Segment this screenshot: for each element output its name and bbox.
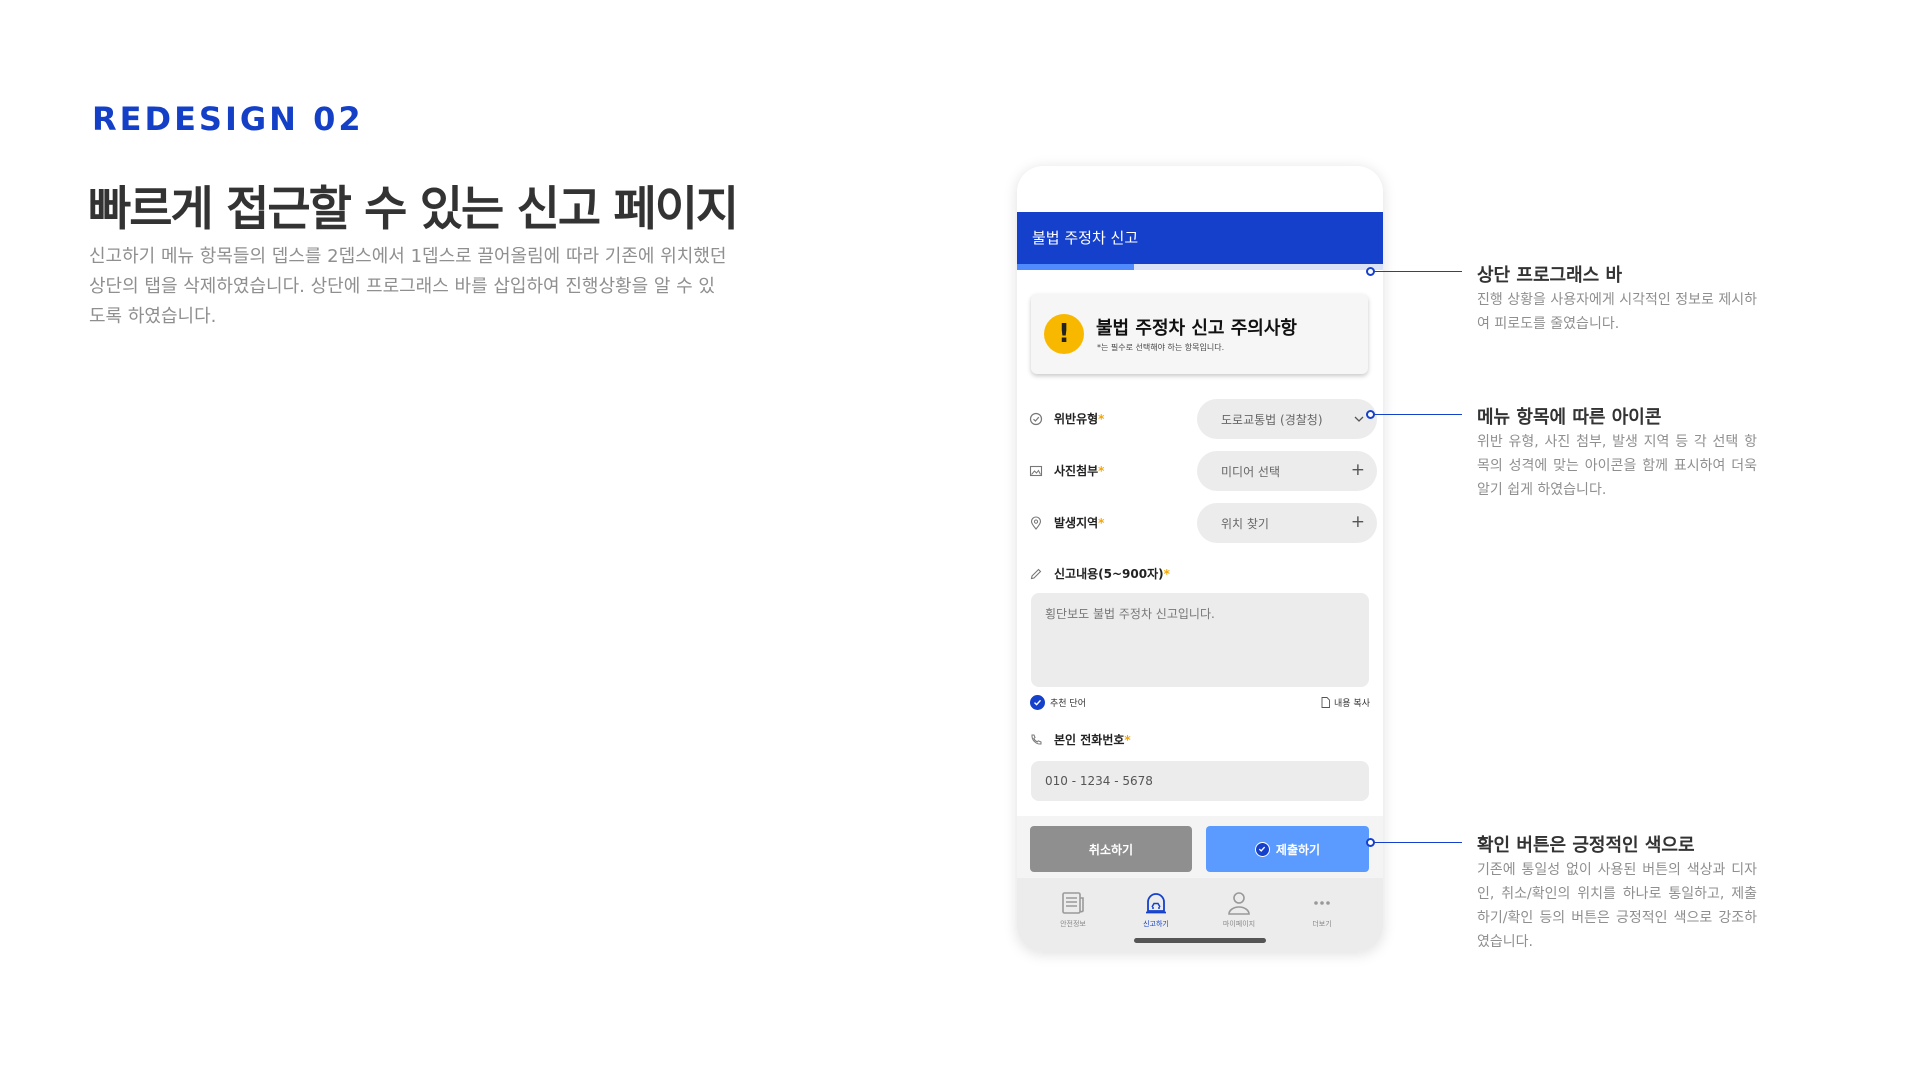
required-mark: * <box>1098 464 1105 478</box>
document-icon <box>1321 696 1330 708</box>
copy-content-label: 내용 복사 <box>1334 698 1370 709</box>
media-select-value: 미디어 선택 <box>1221 465 1281 479</box>
image-icon <box>1029 465 1043 477</box>
violation-type-label: 위반유형 <box>1054 412 1099 426</box>
violation-type-select[interactable]: 도로교통법 (경찰청) <box>1197 399 1377 439</box>
content-label: 신고내용(5~900자) <box>1054 567 1164 581</box>
notice-card: ! 불법 주정차 신고 주의사항 *는 필수로 선택해야 하는 항목입니다. <box>1031 294 1368 374</box>
tab-label: 마이페이지 <box>1222 920 1256 928</box>
tab-label: 신고하기 <box>1143 920 1169 928</box>
phone-mockup: 불법 주정차 신고 ! 불법 주정차 신고 주의사항 *는 필수로 선택해야 하… <box>1017 166 1383 952</box>
intro-description: 신고하기 메뉴 항목들의 뎁스를 2뎁스에서 1뎁스로 끌어올림에 따라 기존에… <box>89 246 727 327</box>
location-find-value: 위치 찾기 <box>1221 517 1269 531</box>
person-icon <box>1228 892 1250 915</box>
content-textarea[interactable]: 횡단보도 불법 주정차 신고입니다. <box>1031 593 1369 687</box>
siren-icon <box>1146 893 1166 914</box>
tab-my-page[interactable]: 마이페이지 <box>1209 890 1269 929</box>
callout-dot <box>1366 410 1375 419</box>
more-icon <box>1314 901 1330 905</box>
submit-label: 제출하기 <box>1275 842 1321 857</box>
section-tag: REDESIGN 02 <box>92 100 364 138</box>
progress-bar <box>1017 264 1383 270</box>
action-bar: 취소하기 제출하기 <box>1017 816 1383 878</box>
plus-icon: + <box>1350 512 1365 532</box>
notice-title: 불법 주정차 신고 주의사항 <box>1096 318 1297 339</box>
progress-fill <box>1017 264 1135 270</box>
location-find-button[interactable]: 위치 찾기 + <box>1197 503 1377 543</box>
callout-buttons-text: 기존에 통일성 없이 사용된 버튼의 색상과 디자인, 취소/확인의 위치를 하… <box>1477 862 1757 950</box>
recommend-words-label: 추천 단어 <box>1050 698 1086 709</box>
phone-number-input[interactable]: 010 - 1234 - 5678 <box>1031 761 1369 801</box>
phone-number-label: 본인 전화번호 <box>1054 733 1125 747</box>
tab-label: 더보기 <box>1312 920 1332 928</box>
tab-report[interactable]: 신고하기 <box>1126 890 1186 929</box>
home-indicator <box>1134 938 1266 943</box>
callout-line <box>1370 414 1462 415</box>
location-pin-icon <box>1030 516 1042 530</box>
app-bar: 불법 주정차 신고 <box>1017 212 1383 264</box>
check-icon <box>1030 694 1045 710</box>
required-mark: * <box>1098 412 1105 426</box>
copy-content-button[interactable]: 내용 복사 <box>1321 694 1370 710</box>
callout-line <box>1370 842 1462 843</box>
photo-row: 사진첨부* 미디어 선택 + <box>1029 451 1377 491</box>
required-mark: * <box>1163 567 1170 581</box>
warning-icon: ! <box>1044 314 1084 354</box>
callout-dot <box>1366 838 1375 847</box>
callout-icons-text: 위반 유형, 사진 첨부, 발생 지역 등 각 선택 항목의 성격에 맞는 아이… <box>1477 434 1757 498</box>
location-label: 발생지역 <box>1054 516 1099 530</box>
required-mark: * <box>1124 733 1131 747</box>
callout-line <box>1370 271 1462 272</box>
required-mark: * <box>1098 516 1105 530</box>
phone-icon <box>1031 734 1042 745</box>
callout-buttons-title: 확인 버튼은 긍정적인 색으로 <box>1477 835 1695 856</box>
page-title: 빠르게 접근할 수 있는 신고 페이지 <box>88 182 739 237</box>
submit-button[interactable]: 제출하기 <box>1206 826 1369 872</box>
plus-icon: + <box>1350 460 1365 480</box>
cancel-button[interactable]: 취소하기 <box>1030 826 1192 872</box>
tab-label: 안전정보 <box>1060 920 1086 928</box>
photo-label: 사진첨부 <box>1054 464 1099 478</box>
chevron-down-icon <box>1354 416 1364 422</box>
pencil-icon <box>1030 568 1042 580</box>
callout-progress-text: 진행 상황을 사용자에게 시각적인 정보로 제시하여 피로도를 줄였습니다. <box>1477 292 1757 332</box>
check-icon <box>1254 841 1270 857</box>
callout-progress-title: 상단 프로그래스 바 <box>1477 265 1623 286</box>
media-select-button[interactable]: 미디어 선택 + <box>1197 451 1377 491</box>
violation-type-row: 위반유형* 도로교통법 (경찰청) <box>1029 399 1377 439</box>
app-bar-title: 불법 주정차 신고 <box>1032 229 1139 247</box>
violation-type-value: 도로교통법 (경찰청) <box>1221 413 1323 427</box>
callout-dot <box>1366 267 1375 276</box>
check-circle-icon <box>1029 412 1043 426</box>
location-row: 발생지역* 위치 찾기 + <box>1029 503 1377 543</box>
tab-more[interactable]: 더보기 <box>1292 890 1352 929</box>
tab-bar: 안전정보 신고하기 마이페이지 더보기 <box>1017 878 1383 952</box>
callout-icons-title: 메뉴 항목에 따른 아이콘 <box>1477 407 1662 428</box>
tab-safety-info[interactable]: 안전정보 <box>1043 890 1103 929</box>
recommend-words-toggle[interactable]: 추천 단어 <box>1030 694 1086 710</box>
newspaper-icon <box>1062 892 1084 914</box>
notice-subtitle: *는 필수로 선택해야 하는 항목입니다. <box>1097 343 1225 352</box>
